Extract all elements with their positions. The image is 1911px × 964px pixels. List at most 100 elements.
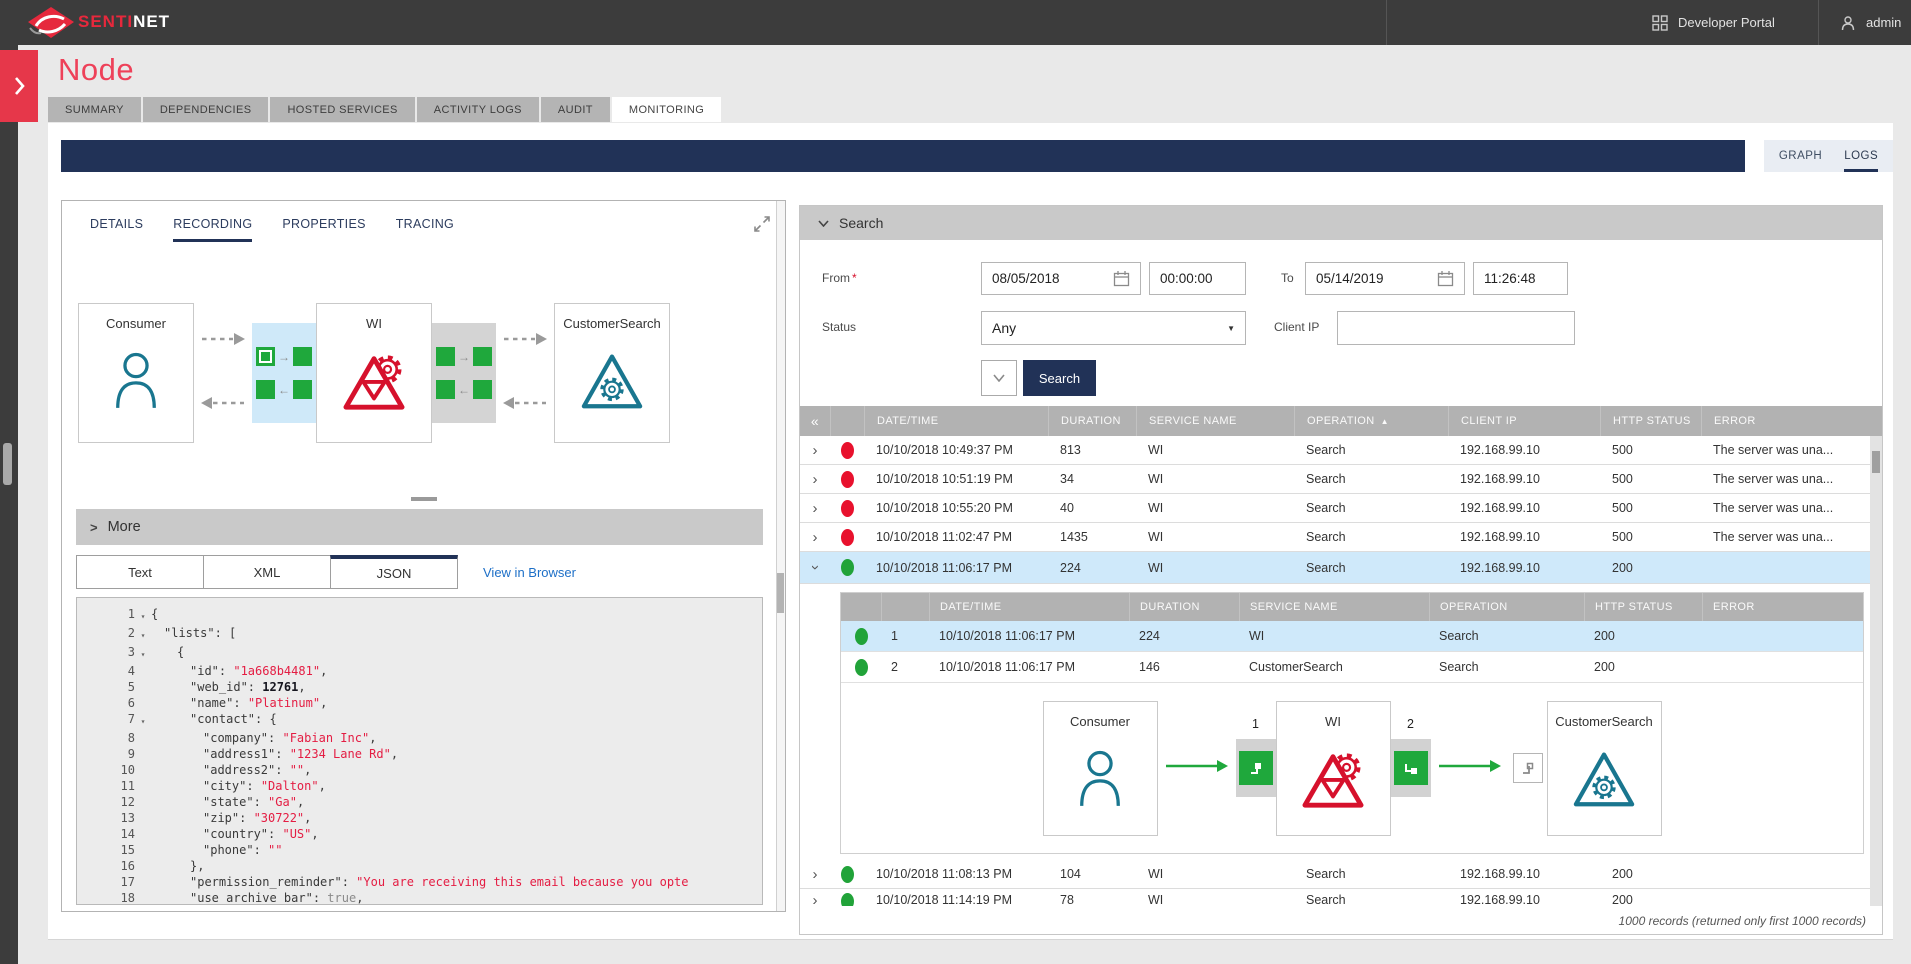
- from-time-field[interactable]: 00:00:00: [1149, 262, 1246, 295]
- search-button[interactable]: Search: [1023, 360, 1096, 396]
- hop-indicator-2[interactable]: 2: [1391, 739, 1431, 797]
- fold-caret-icon[interactable]: ▾: [135, 625, 151, 644]
- service-node-wi[interactable]: WI: [316, 303, 432, 443]
- cell-service-name: WI: [1136, 893, 1294, 906]
- results-scrollbar[interactable]: [1870, 406, 1882, 906]
- expand-row-icon[interactable]: ›: [813, 501, 818, 516]
- expand-nav-button[interactable]: [0, 50, 38, 122]
- rail-scroll-thumb[interactable]: [3, 443, 12, 485]
- column-header-client-ip[interactable]: CLIENT IP: [1448, 406, 1600, 436]
- row-expander[interactable]: ›: [800, 893, 830, 906]
- collapse-all-button[interactable]: «: [800, 406, 830, 436]
- to-time-field[interactable]: 11:26:48: [1473, 262, 1568, 295]
- resize-handle[interactable]: [411, 497, 437, 501]
- column-header-service-name[interactable]: SERVICE NAME: [1136, 406, 1294, 436]
- log-row[interactable]: ›10/10/2018 10:49:37 PM813WISearch192.16…: [800, 436, 1882, 465]
- format-tab-json[interactable]: JSON: [330, 555, 458, 589]
- log-row[interactable]: ›10/10/2018 11:08:13 PM104WISearch192.16…: [800, 860, 1882, 889]
- service-node-consumer[interactable]: Consumer: [1043, 701, 1158, 836]
- row-expander[interactable]: ›: [800, 501, 830, 516]
- service-node-customersearch[interactable]: CustomerSearch: [554, 303, 670, 443]
- toggle-logs[interactable]: LOGS: [1844, 140, 1878, 172]
- tab-dependencies[interactable]: DEPENDENCIES: [143, 97, 269, 122]
- recording-tab-recording[interactable]: RECORDING: [173, 217, 252, 242]
- arrow-left-icon: ←: [278, 384, 290, 396]
- service-node-wi[interactable]: WI: [1276, 701, 1391, 836]
- detail-column-header-service-name[interactable]: SERVICE NAME: [1239, 593, 1429, 621]
- column-header-error[interactable]: ERROR: [1701, 406, 1882, 436]
- row-expander[interactable]: ›: [800, 530, 830, 545]
- client-ip-input[interactable]: [1337, 311, 1575, 345]
- column-header-date-time[interactable]: DATE/TIME: [864, 406, 1048, 436]
- fold-caret-icon[interactable]: ▾: [135, 644, 151, 663]
- json-payload-viewer[interactable]: 1▾{2▾"lists": [3▾{4"id": "1a668b4481",5"…: [76, 597, 763, 905]
- recording-tab-details[interactable]: DETAILS: [90, 217, 143, 242]
- detail-column-header-http-status[interactable]: HTTP STATUS: [1584, 593, 1702, 621]
- message-exchange-indicator[interactable]: →←: [252, 323, 316, 423]
- log-row[interactable]: ›10/10/2018 10:51:19 PM34WISearch192.168…: [800, 465, 1882, 494]
- row-expander[interactable]: ›: [800, 472, 830, 487]
- token-str: "1234 Lane Rd": [290, 747, 391, 761]
- scroll-thumb[interactable]: [1872, 451, 1880, 473]
- token-key: "country": [203, 827, 268, 841]
- service-node-customersearch[interactable]: CustomerSearch: [1547, 701, 1662, 836]
- log-row[interactable]: ›10/10/2018 10:55:20 PM40WISearch192.168…: [800, 494, 1882, 523]
- code-text: "use_archive_bar": true,: [151, 890, 363, 905]
- toggle-graph[interactable]: GRAPH: [1779, 140, 1822, 172]
- view-in-browser-link[interactable]: View in Browser: [457, 555, 576, 589]
- detail-column-header-operation[interactable]: OPERATION: [1429, 593, 1584, 621]
- recording-tab-tracing[interactable]: TRACING: [396, 217, 454, 242]
- log-row[interactable]: ›10/10/2018 11:14:19 PM78WISearch192.168…: [800, 889, 1882, 906]
- fold-caret-icon[interactable]: ▾: [135, 711, 151, 730]
- detail-column-header-date-time[interactable]: DATE/TIME: [929, 593, 1129, 621]
- user-menu[interactable]: admin: [1840, 0, 1901, 45]
- search-section-toggle[interactable]: Search: [800, 206, 1882, 240]
- format-tab-text[interactable]: Text: [76, 555, 204, 589]
- expand-panel-button[interactable]: [753, 215, 771, 238]
- tab-summary[interactable]: SUMMARY: [48, 97, 141, 122]
- expand-row-icon[interactable]: ›: [813, 472, 818, 487]
- calendar-icon[interactable]: [1113, 270, 1130, 287]
- row-expander[interactable]: ›: [800, 867, 830, 882]
- expand-row-icon[interactable]: ›: [813, 893, 818, 906]
- message-exchange-indicator[interactable]: →←: [432, 323, 496, 423]
- tab-monitoring[interactable]: MONITORING: [612, 97, 721, 122]
- detail-row[interactable]: 110/10/2018 11:06:17 PM224WISearch200: [841, 621, 1863, 652]
- hop-indicator-1[interactable]: 1: [1236, 739, 1276, 797]
- fold-caret-icon[interactable]: ▾: [135, 606, 151, 625]
- expand-row-icon[interactable]: ›: [813, 867, 818, 882]
- recording-tab-properties[interactable]: PROPERTIES: [282, 217, 365, 242]
- column-header-operation[interactable]: OPERATION▲: [1294, 406, 1448, 436]
- row-expander[interactable]: ›: [800, 560, 830, 575]
- recording-panel-scrollbar[interactable]: [776, 201, 785, 911]
- developer-portal-link[interactable]: Developer Portal: [1652, 0, 1775, 45]
- from-date-field[interactable]: 08/05/2018: [981, 262, 1141, 295]
- log-row[interactable]: ›10/10/2018 11:06:17 PM224WISearch192.16…: [800, 552, 1882, 584]
- column-header-duration[interactable]: DURATION: [1048, 406, 1136, 436]
- calendar-icon[interactable]: [1437, 270, 1454, 287]
- service-node-consumer[interactable]: Consumer: [78, 303, 194, 443]
- status-select[interactable]: Any ▼: [981, 311, 1246, 345]
- tab-activity-logs[interactable]: ACTIVITY LOGS: [417, 97, 539, 122]
- to-date-field[interactable]: 05/14/2019: [1305, 262, 1465, 295]
- message-chip[interactable]: [1513, 753, 1543, 783]
- status-dot-red: [841, 471, 854, 488]
- expand-row-icon[interactable]: ›: [813, 443, 818, 458]
- detail-row[interactable]: 210/10/2018 11:06:17 PM146CustomerSearch…: [841, 652, 1863, 683]
- expand-row-icon[interactable]: ›: [813, 530, 818, 545]
- search-options-button[interactable]: [981, 360, 1017, 396]
- code-text: },: [151, 858, 204, 874]
- detail-column-header-error[interactable]: ERROR: [1702, 593, 1863, 621]
- results-table: «DATE/TIMEDURATIONSERVICE NAMEOPERATION▲…: [800, 406, 1882, 906]
- format-tab-xml[interactable]: XML: [203, 555, 331, 589]
- cell-client-ip: 192.168.99.10: [1448, 530, 1600, 544]
- row-expander[interactable]: ›: [800, 443, 830, 458]
- collapse-row-icon[interactable]: ›: [808, 565, 823, 570]
- log-row[interactable]: ›10/10/2018 11:02:47 PM1435WISearch192.1…: [800, 523, 1882, 552]
- scroll-thumb[interactable]: [777, 573, 784, 613]
- tab-hosted-services[interactable]: HOSTED SERVICES: [270, 97, 414, 122]
- tab-audit[interactable]: AUDIT: [541, 97, 610, 122]
- column-header-http-status[interactable]: HTTP STATUS: [1600, 406, 1701, 436]
- more-section-toggle[interactable]: > More: [76, 509, 763, 545]
- detail-column-header-duration[interactable]: DURATION: [1129, 593, 1239, 621]
